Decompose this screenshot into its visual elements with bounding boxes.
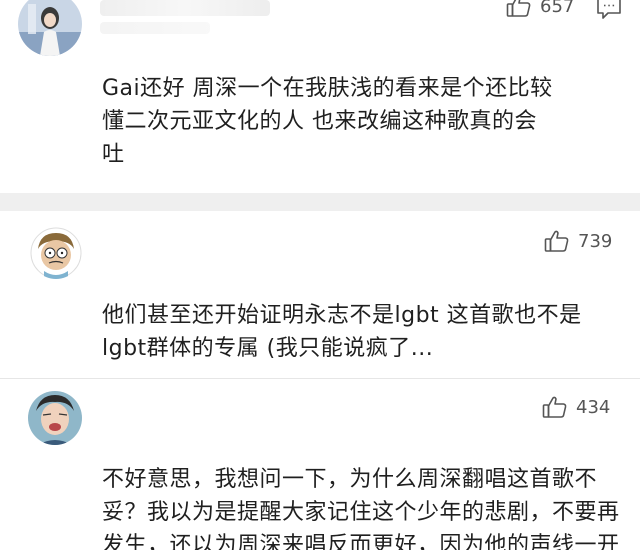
comment-item: 657 Gai还好 周深一个在我肤浅的看来是个还比较 懂二次元亚文化的人 也来改…: [0, 0, 640, 193]
like-button[interactable]: 739: [544, 229, 612, 253]
thumbs-up-icon: [542, 395, 568, 419]
like-button[interactable]: 434: [542, 395, 610, 419]
comment-icon[interactable]: [596, 0, 622, 20]
like-button[interactable]: 657: [506, 0, 574, 18]
comment-text-line: 他们甚至还开始证明永志不是lgbt 这首歌也不是: [102, 303, 582, 328]
like-count: 657: [540, 0, 575, 17]
comment-item: 739 他们甚至还开始证明永志不是lgbt 这首歌也不是 lgbt群体的专属 (…: [0, 211, 640, 378]
thumbs-up-icon: [544, 229, 570, 253]
comment-text: Gai还好 周深一个在我肤浅的看来是个还比较 懂二次元亚文化的人 也来改编这种歌…: [102, 72, 622, 171]
like-count: 434: [576, 396, 611, 418]
comment-item: 434 不好意思，我想问一下，为什么周深翻唱这首歌不 妥？我以为是提醒大家记住这…: [0, 379, 640, 550]
comment-text-line: 吐: [102, 142, 125, 167]
comment-text-line: lgbt群体的专属 (我只能说疯了...: [102, 336, 434, 361]
avatar[interactable]: [18, 0, 82, 56]
avatar[interactable]: [30, 227, 82, 279]
thumbs-up-icon: [506, 0, 532, 18]
section-divider: [0, 193, 640, 211]
comment-text-line: 懂二次元亚文化的人 也来改编这种歌真的会: [102, 109, 537, 134]
comment-text-line: 不好意思，我想问一下，为什么周深翻唱这首歌不: [102, 467, 598, 492]
comment-text: 不好意思，我想问一下，为什么周深翻唱这首歌不 妥？我以为是提醒大家记住这个少年的…: [102, 463, 622, 550]
comment-text-line: Gai还好 周深一个在我肤浅的看来是个还比较: [102, 76, 553, 101]
comment-text: 他们甚至还开始证明永志不是lgbt 这首歌也不是 lgbt群体的专属 (我只能说…: [102, 299, 622, 365]
username-blurred: [100, 0, 270, 16]
comment-text-line: 发生，还以为周深来唱反而更好，因为他的声线一开: [102, 533, 620, 550]
comment-text-line: 妥？我以为是提醒大家记住这个少年的悲剧，不要再: [102, 500, 620, 525]
like-count: 739: [578, 230, 613, 252]
comment-meta-blurred: [100, 22, 210, 34]
avatar[interactable]: [28, 391, 82, 445]
